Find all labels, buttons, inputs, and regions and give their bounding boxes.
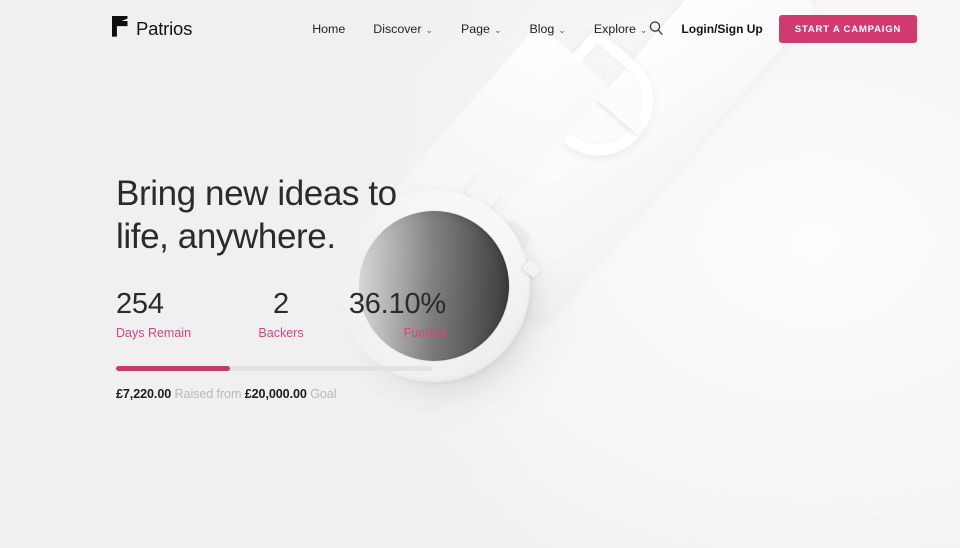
stat-label: Days Remain (116, 326, 192, 341)
chevron-down-icon: ⌄ (639, 24, 648, 35)
start-a-campaign-button[interactable]: START A CAMPAIGN (778, 15, 918, 43)
chevron-down-icon: ⌄ (425, 24, 433, 35)
campaign-stats: 254 Days Remain 2 Backers 36.10% Funded (116, 287, 446, 341)
nav-label: Discover (373, 22, 422, 36)
stat-label: Backers (258, 326, 304, 341)
flag-p-logo-icon (112, 16, 129, 42)
nav-label: Explore (593, 22, 636, 36)
funding-progress-bar[interactable] (116, 366, 432, 372)
stat-days-remain: 254 Days Remain (116, 287, 226, 341)
hero-content: Bring new ideas to life, anywhere. 254 D… (116, 172, 516, 401)
nav-item-home[interactable]: Home (312, 22, 345, 36)
nav-item-explore[interactable]: Explore ⌄ (594, 22, 648, 36)
stat-funded: 36.10% Funded (336, 287, 446, 341)
brand-logo-link[interactable]: Patrios (112, 16, 192, 42)
chevron-down-icon: ⌄ (558, 24, 566, 35)
goal-text: Goal (310, 387, 337, 402)
header-actions: Login/Sign Up START A CAMPAIGN (647, 15, 918, 43)
nav-label: Page (461, 22, 490, 36)
funding-progress-fill (116, 366, 231, 372)
raised-from-text: Raised from (174, 387, 242, 402)
nav-item-page[interactable]: Page ⌄ (461, 22, 502, 36)
brand-name: Patrios (136, 18, 193, 39)
stat-label: Funded (403, 326, 446, 341)
search-icon (648, 20, 664, 39)
stat-backers: 2 Backers (226, 287, 336, 341)
nav-label: Home (312, 22, 346, 36)
page-title: Bring new ideas to life, anywhere. (116, 174, 397, 257)
funding-summary: £7,220.00 Raised from £20,000.00 Goal (116, 387, 516, 401)
stat-value: 254 (116, 287, 164, 320)
stat-value: 36.10% (348, 287, 446, 320)
stat-value: 2 (273, 287, 289, 320)
site-header: Patrios Home Discover ⌄ Page ⌄ Blog ⌄ Ex… (0, 0, 960, 58)
nav-item-blog[interactable]: Blog ⌄ (530, 22, 566, 36)
hero-page: Patrios Home Discover ⌄ Page ⌄ Blog ⌄ Ex… (0, 0, 960, 548)
nav-label: Blog (529, 22, 555, 36)
login-signup-link[interactable]: Login/Sign Up (681, 22, 762, 36)
nav-item-discover[interactable]: Discover ⌄ (373, 22, 433, 36)
chevron-down-icon: ⌄ (493, 24, 502, 35)
main-navigation: Home Discover ⌄ Page ⌄ Blog ⌄ Explore ⌄ (312, 22, 647, 36)
search-button[interactable] (647, 20, 665, 38)
goal-amount: £20,000.00 (244, 387, 307, 402)
raised-amount: £7,220.00 (116, 387, 172, 402)
